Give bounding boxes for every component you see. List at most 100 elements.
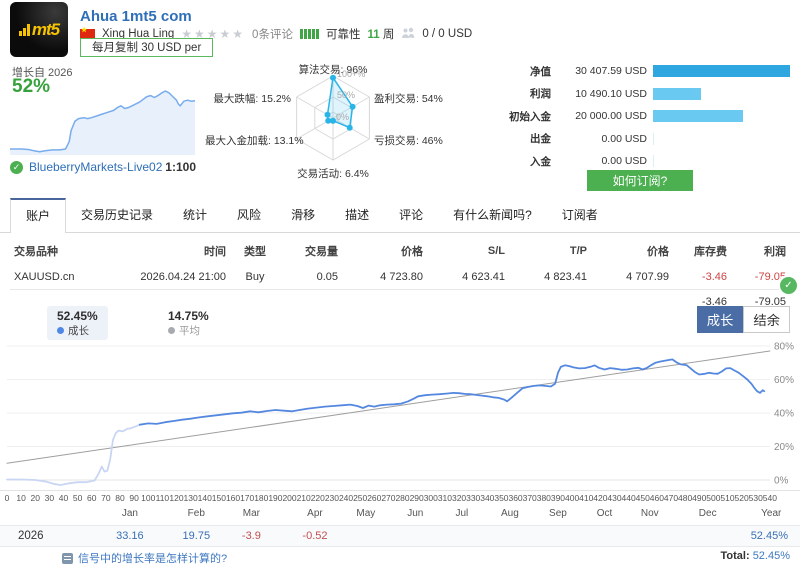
tab-3[interactable]: 风险 bbox=[222, 197, 276, 232]
logo-text: mt5 bbox=[31, 19, 60, 39]
footer-bar: 信号中的增长率是怎样计算的? Total: 52.45% bbox=[0, 548, 800, 565]
x-tick-label: 420 bbox=[593, 493, 608, 503]
stat-value: 30 407.59 USD bbox=[575, 65, 647, 77]
x-tick-label: 350 bbox=[494, 493, 509, 503]
radar-ring-0: 0% bbox=[336, 112, 350, 122]
svg-text:20%: 20% bbox=[774, 442, 794, 453]
tab-0[interactable]: 账户 bbox=[10, 198, 67, 233]
monthly-growth-row: 2026 52.45% 33.16 19.75 -3.9 -0.52 bbox=[0, 525, 800, 547]
legend-growth-pct: 52.45% bbox=[57, 309, 98, 323]
monthly-value: -0.52 bbox=[302, 530, 328, 542]
trade-row: XAUUSD.cn 2026.04.24 21:00 Buy 0.05 4 723.80… bbox=[10, 265, 790, 290]
x-tick-label: 400 bbox=[564, 493, 580, 503]
tab-6[interactable]: 评论 bbox=[384, 197, 438, 232]
x-tick-label: 100 bbox=[141, 493, 156, 503]
growth-chart-svg[interactable]: 0% 20% 40% 60% 80% bbox=[0, 338, 800, 495]
growth-value: 52% bbox=[12, 76, 51, 97]
x-tick-label: 290 bbox=[409, 493, 424, 503]
radar-axis-activity: 交易活动: 6.4% bbox=[297, 168, 369, 180]
stat-bar-track bbox=[653, 65, 795, 77]
trades-head: 交易品种 时间 类型 交易量 价格 S/L T/P 价格 库存费 利润 bbox=[10, 236, 790, 265]
col-header: 库存费 bbox=[694, 246, 727, 258]
x-tick-label: 320 bbox=[451, 493, 467, 503]
reviews-count[interactable]: 0条评论 bbox=[252, 26, 293, 42]
tab-4[interactable]: 滑移 bbox=[276, 197, 330, 232]
x-tick-label: 210 bbox=[296, 493, 311, 503]
monthly-value: -3.9 bbox=[241, 530, 261, 542]
chart-month-labels: Jan Feb Mar Apr May Jun Jul Aug Sep Oct Nov Dec Year bbox=[0, 508, 800, 521]
x-tick-label: 330 bbox=[466, 493, 481, 503]
reliability-label: 可靠性 bbox=[325, 29, 361, 41]
col-header: 交易量 bbox=[305, 246, 338, 258]
x-tick-label: 0 bbox=[4, 493, 10, 503]
stat-bar-track bbox=[653, 132, 795, 145]
legend-average-pct: 14.75% bbox=[168, 309, 209, 323]
stat-label: 出金 bbox=[530, 133, 551, 145]
x-tick-label: 440 bbox=[621, 493, 636, 503]
x-tick-label: 270 bbox=[381, 493, 396, 503]
totals-empty-cell bbox=[230, 290, 280, 315]
month-label: Apr bbox=[307, 508, 323, 519]
col-header: 价格 bbox=[401, 246, 423, 258]
year-total: 52.45% bbox=[750, 530, 788, 542]
col-header: 价格 bbox=[647, 246, 669, 258]
x-tick-label: 300 bbox=[423, 493, 438, 503]
tab-2[interactable]: 统计 bbox=[168, 197, 222, 232]
month-label: Oct bbox=[596, 508, 613, 519]
x-tick-label: 80 bbox=[115, 493, 125, 503]
x-tick-label: 460 bbox=[649, 493, 664, 503]
trade-cell: 0.05 bbox=[280, 265, 342, 290]
copy-subscribe-button[interactable]: 每月复制 30 USD per bbox=[80, 38, 214, 57]
account-name-link[interactable]: BlueberryMarkets-Live02 bbox=[29, 160, 165, 174]
x-tick-label: 390 bbox=[550, 493, 566, 503]
stat-value: 10 490.10 USD bbox=[575, 87, 647, 100]
how-to-subscribe-button[interactable]: 如何订阅? bbox=[587, 170, 693, 191]
stat-label: 入金 bbox=[530, 155, 551, 168]
tab-8[interactable]: 订阅者 bbox=[547, 197, 613, 232]
x-tick-label: 220 bbox=[310, 493, 325, 503]
page-title: Ahua 1mt5 com bbox=[80, 8, 192, 25]
svg-text:0%: 0% bbox=[774, 476, 789, 487]
tab-1[interactable]: 交易历史记录 bbox=[66, 197, 168, 232]
stat-bar bbox=[653, 65, 790, 77]
account-row: ✓ BlueberryMarkets-Live02 1:100 bbox=[10, 160, 196, 174]
legend-average-chip[interactable]: 14.75% 平均 bbox=[158, 306, 219, 340]
account-leverage: 1:100 bbox=[165, 160, 196, 174]
col-header: 交易品种 bbox=[14, 246, 58, 258]
stat-bar bbox=[653, 132, 655, 145]
legend-growth-chip[interactable]: 52.45% 成长 bbox=[47, 306, 108, 340]
x-tick-label: 480 bbox=[678, 493, 693, 503]
month-label: Jan bbox=[121, 508, 138, 519]
chart-toggle-1[interactable]: 结余 bbox=[743, 306, 790, 333]
chart-toggle-0[interactable]: 成长 bbox=[696, 306, 744, 333]
month-label: Nov bbox=[640, 508, 659, 519]
stat-bar-track bbox=[653, 110, 795, 122]
x-tick-label: 240 bbox=[338, 493, 354, 503]
tab-5[interactable]: 描述 bbox=[330, 197, 384, 232]
x-tick-label: 230 bbox=[324, 493, 339, 503]
x-tick-label: 250 bbox=[353, 493, 368, 503]
chart-mode-toggle: 成长 结余 bbox=[696, 306, 790, 333]
growth-help-link[interactable]: 信号中的增长率是怎样计算的? bbox=[62, 550, 227, 565]
totals-empty-cell bbox=[427, 290, 509, 315]
tab-7[interactable]: 有什么新闻吗? bbox=[438, 197, 547, 232]
x-tick-label: 40 bbox=[58, 493, 69, 503]
month-label: Jul bbox=[455, 508, 469, 519]
weeks-count: 11 周 bbox=[367, 29, 395, 41]
x-tick-label: 160 bbox=[225, 493, 241, 503]
stats-panel: 净值 30 407.59 USD 利润 10 490.10 USD 初始入金 20 000… bbox=[505, 60, 795, 200]
col-header: T/P bbox=[569, 245, 587, 257]
verified-floating-badge[interactable]: ✓ bbox=[780, 277, 797, 294]
trade-cell: XAUUSD.cn bbox=[10, 265, 135, 290]
x-tick-label: 170 bbox=[240, 493, 255, 503]
legend-average-label: 平均 bbox=[168, 323, 209, 338]
account-verified-icon: ✓ bbox=[10, 160, 23, 174]
x-tick-label: 340 bbox=[480, 493, 495, 503]
x-tick-label: 510 bbox=[720, 493, 735, 503]
footer-total: Total: 52.45% bbox=[720, 550, 791, 562]
overview-section: 增长自 2026 52% ✓ BlueberryMarkets-Live02 1… bbox=[0, 60, 800, 200]
totals-empty-cell bbox=[509, 290, 591, 315]
stat-label: 初始入金 bbox=[509, 110, 551, 123]
radar-ring-50: 50% bbox=[337, 90, 356, 100]
signal-logo: mt5 bbox=[10, 2, 68, 57]
